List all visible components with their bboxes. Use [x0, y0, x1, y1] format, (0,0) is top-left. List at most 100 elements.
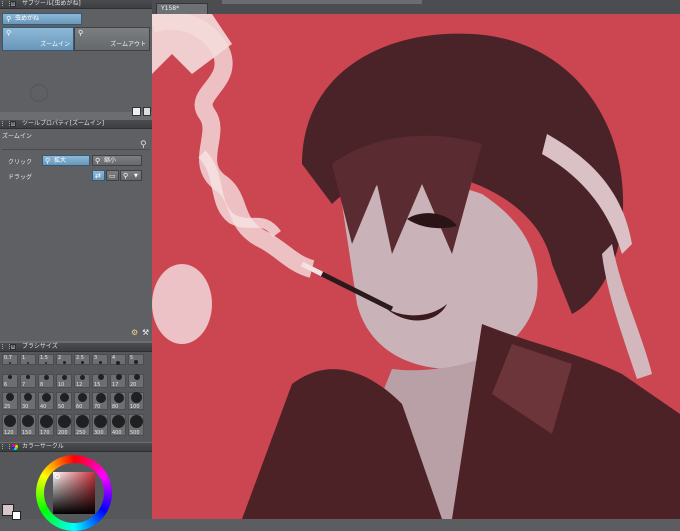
tool-property-title: ツールプロパティ[ズームイン] [22, 120, 105, 127]
rect-select-icon: ▭ [109, 172, 116, 180]
divider [2, 149, 150, 150]
empty-area-circle [30, 84, 48, 102]
brush-size-dot [99, 361, 102, 364]
brush-size-dot [62, 375, 67, 380]
tool-property-header: ズームイン [2, 133, 32, 140]
close-icon[interactable]: × [10, 121, 16, 127]
tool-property-titlebar[interactable]: × ツールプロパティ[ズームイン] [0, 120, 152, 129]
brush-size-dot [9, 362, 11, 364]
color-panel-title: カラーサークル [22, 443, 64, 450]
subtool-item-label: ズームアウト [110, 41, 146, 48]
zoom-in-label: 拡大 [54, 157, 67, 164]
ruler-strip [222, 0, 422, 4]
brush-size-value: 170 [40, 430, 50, 436]
subtool-item-label: 虫めがね [15, 15, 40, 22]
brush-size-value: 200 [58, 430, 68, 436]
drag-zoom-icon: ⇄ [95, 172, 101, 180]
color-panel-titlebar[interactable]: カラーサークル [0, 443, 152, 452]
brush-size-dot [4, 415, 16, 427]
brush-size-title: ブラシサイズ [22, 343, 58, 350]
brush-size-value: 40 [40, 404, 47, 410]
brush-size-value: 12 [76, 382, 83, 388]
brush-size-dot [134, 374, 140, 380]
brush-size-dot [76, 415, 89, 428]
brush-size-value: 15 [94, 382, 101, 388]
brush-size-grid: 0.7 1 1.5 2 2.5 3 4 5 6 7 8 10 12 15 17 … [0, 352, 152, 442]
brush-size-dot [24, 393, 32, 401]
wrench-icon[interactable]: ⚒ [142, 328, 149, 337]
drag-zoom-mode-button[interactable]: ⇄ [92, 170, 105, 181]
artwork [152, 14, 680, 519]
brush-size-dot [27, 362, 29, 364]
trash-icon[interactable] [143, 107, 151, 116]
drag-rect-mode-button[interactable]: ▭ [106, 170, 119, 181]
subtool-item-zoom-in[interactable]: ⚲ ズームイン [2, 27, 74, 51]
grip-icon[interactable] [2, 344, 10, 349]
canvas-tab-label: Y158* [161, 5, 180, 12]
subtool-item-magnifier[interactable]: ⚲ 虫めがね [2, 13, 82, 25]
subtool-item-label: ズームイン [40, 41, 70, 48]
brush-size-value: 1.5 [40, 355, 48, 361]
brush-size-value: 30 [22, 404, 29, 410]
subtool-item-zoom-out[interactable]: ⚲ ズームアウト [74, 27, 150, 51]
brush-size-dot [60, 393, 69, 402]
brush-size-dot [6, 393, 14, 401]
brush-size-dot [22, 415, 34, 427]
brush-size-dot [78, 393, 87, 402]
color-hue-ring[interactable] [36, 455, 112, 531]
brush-size-dot [94, 415, 107, 428]
magnifier-icon: ⚲ [6, 15, 12, 23]
brush-size-dot [130, 415, 143, 428]
grip-icon[interactable] [2, 444, 10, 449]
brush-size-dot [42, 393, 51, 402]
subtool-panel-title: サブツール[虫めがね] [22, 0, 81, 7]
tool-property-panel: ズームイン ⚲ クリック ⚲ 拡大 ⚲ 縮小 ドラッグ ⇄ ▭ ⚲ ▼ ⚙ ⚒ [0, 129, 152, 341]
brush-size-value: 6 [4, 382, 8, 388]
brush-size-value: 300 [94, 430, 104, 436]
color-sv-square[interactable] [53, 472, 95, 514]
brush-size-value: 100 [130, 404, 140, 410]
brush-size-value: 2 [58, 355, 62, 361]
brush-size-titlebar[interactable]: × ブラシサイズ [0, 343, 152, 352]
brush-size-value: 4 [112, 355, 116, 361]
zoom-out-icon: ⚲ [78, 29, 84, 37]
brush-size-value: 10 [58, 382, 65, 388]
canvas-tab[interactable]: Y158* [156, 3, 208, 14]
zoom-out-icon: ⚲ [95, 157, 101, 165]
brush-size-value: 20 [130, 382, 137, 388]
brush-size-value: 5 [130, 355, 134, 361]
brush-size-value: 400 [112, 430, 122, 436]
chevron-down-icon: ▼ [134, 173, 138, 179]
brush-size-value: 250 [76, 430, 86, 436]
brush-size-value: 8 [40, 382, 44, 388]
zoom-in-icon: ⚲ [6, 29, 12, 37]
brush-size-dot [131, 392, 142, 403]
brush-size-dot [116, 361, 120, 365]
brush-size-dot [26, 375, 30, 379]
brush-size-value: 80 [112, 404, 119, 410]
zoom-out-toggle[interactable]: ⚲ 縮小 [92, 155, 142, 166]
brush-size-value: 70 [94, 404, 101, 410]
brush-size-dot [116, 374, 122, 380]
grip-icon[interactable] [2, 121, 10, 126]
brush-size-dot [45, 362, 47, 364]
brush-size-dot [40, 415, 53, 428]
close-icon[interactable]: × [10, 344, 16, 350]
brush-size-value: 25 [4, 404, 11, 410]
grip-icon[interactable] [2, 1, 10, 6]
drag-option-dropdown[interactable]: ⚲ ▼ [120, 170, 142, 181]
brush-size-dot [112, 415, 125, 428]
new-subtool-icon[interactable] [132, 107, 141, 116]
brush-size-dot [98, 374, 104, 380]
close-icon[interactable]: × [10, 1, 16, 7]
zoom-in-toggle[interactable]: ⚲ 拡大 [42, 155, 90, 166]
brush-size-dot [80, 375, 85, 380]
brush-size-dot [63, 361, 66, 364]
brush-size-value: 1 [22, 355, 26, 361]
zoom-in-icon: ⚲ [45, 157, 51, 165]
subtool-panel-titlebar[interactable]: × サブツール[虫めがね] [0, 0, 152, 9]
drawing-canvas[interactable] [152, 14, 680, 519]
zoom-out-label: 縮小 [104, 157, 117, 164]
settings-icon[interactable]: ⚙ [131, 328, 138, 337]
color-picker-cursor[interactable] [55, 474, 60, 479]
